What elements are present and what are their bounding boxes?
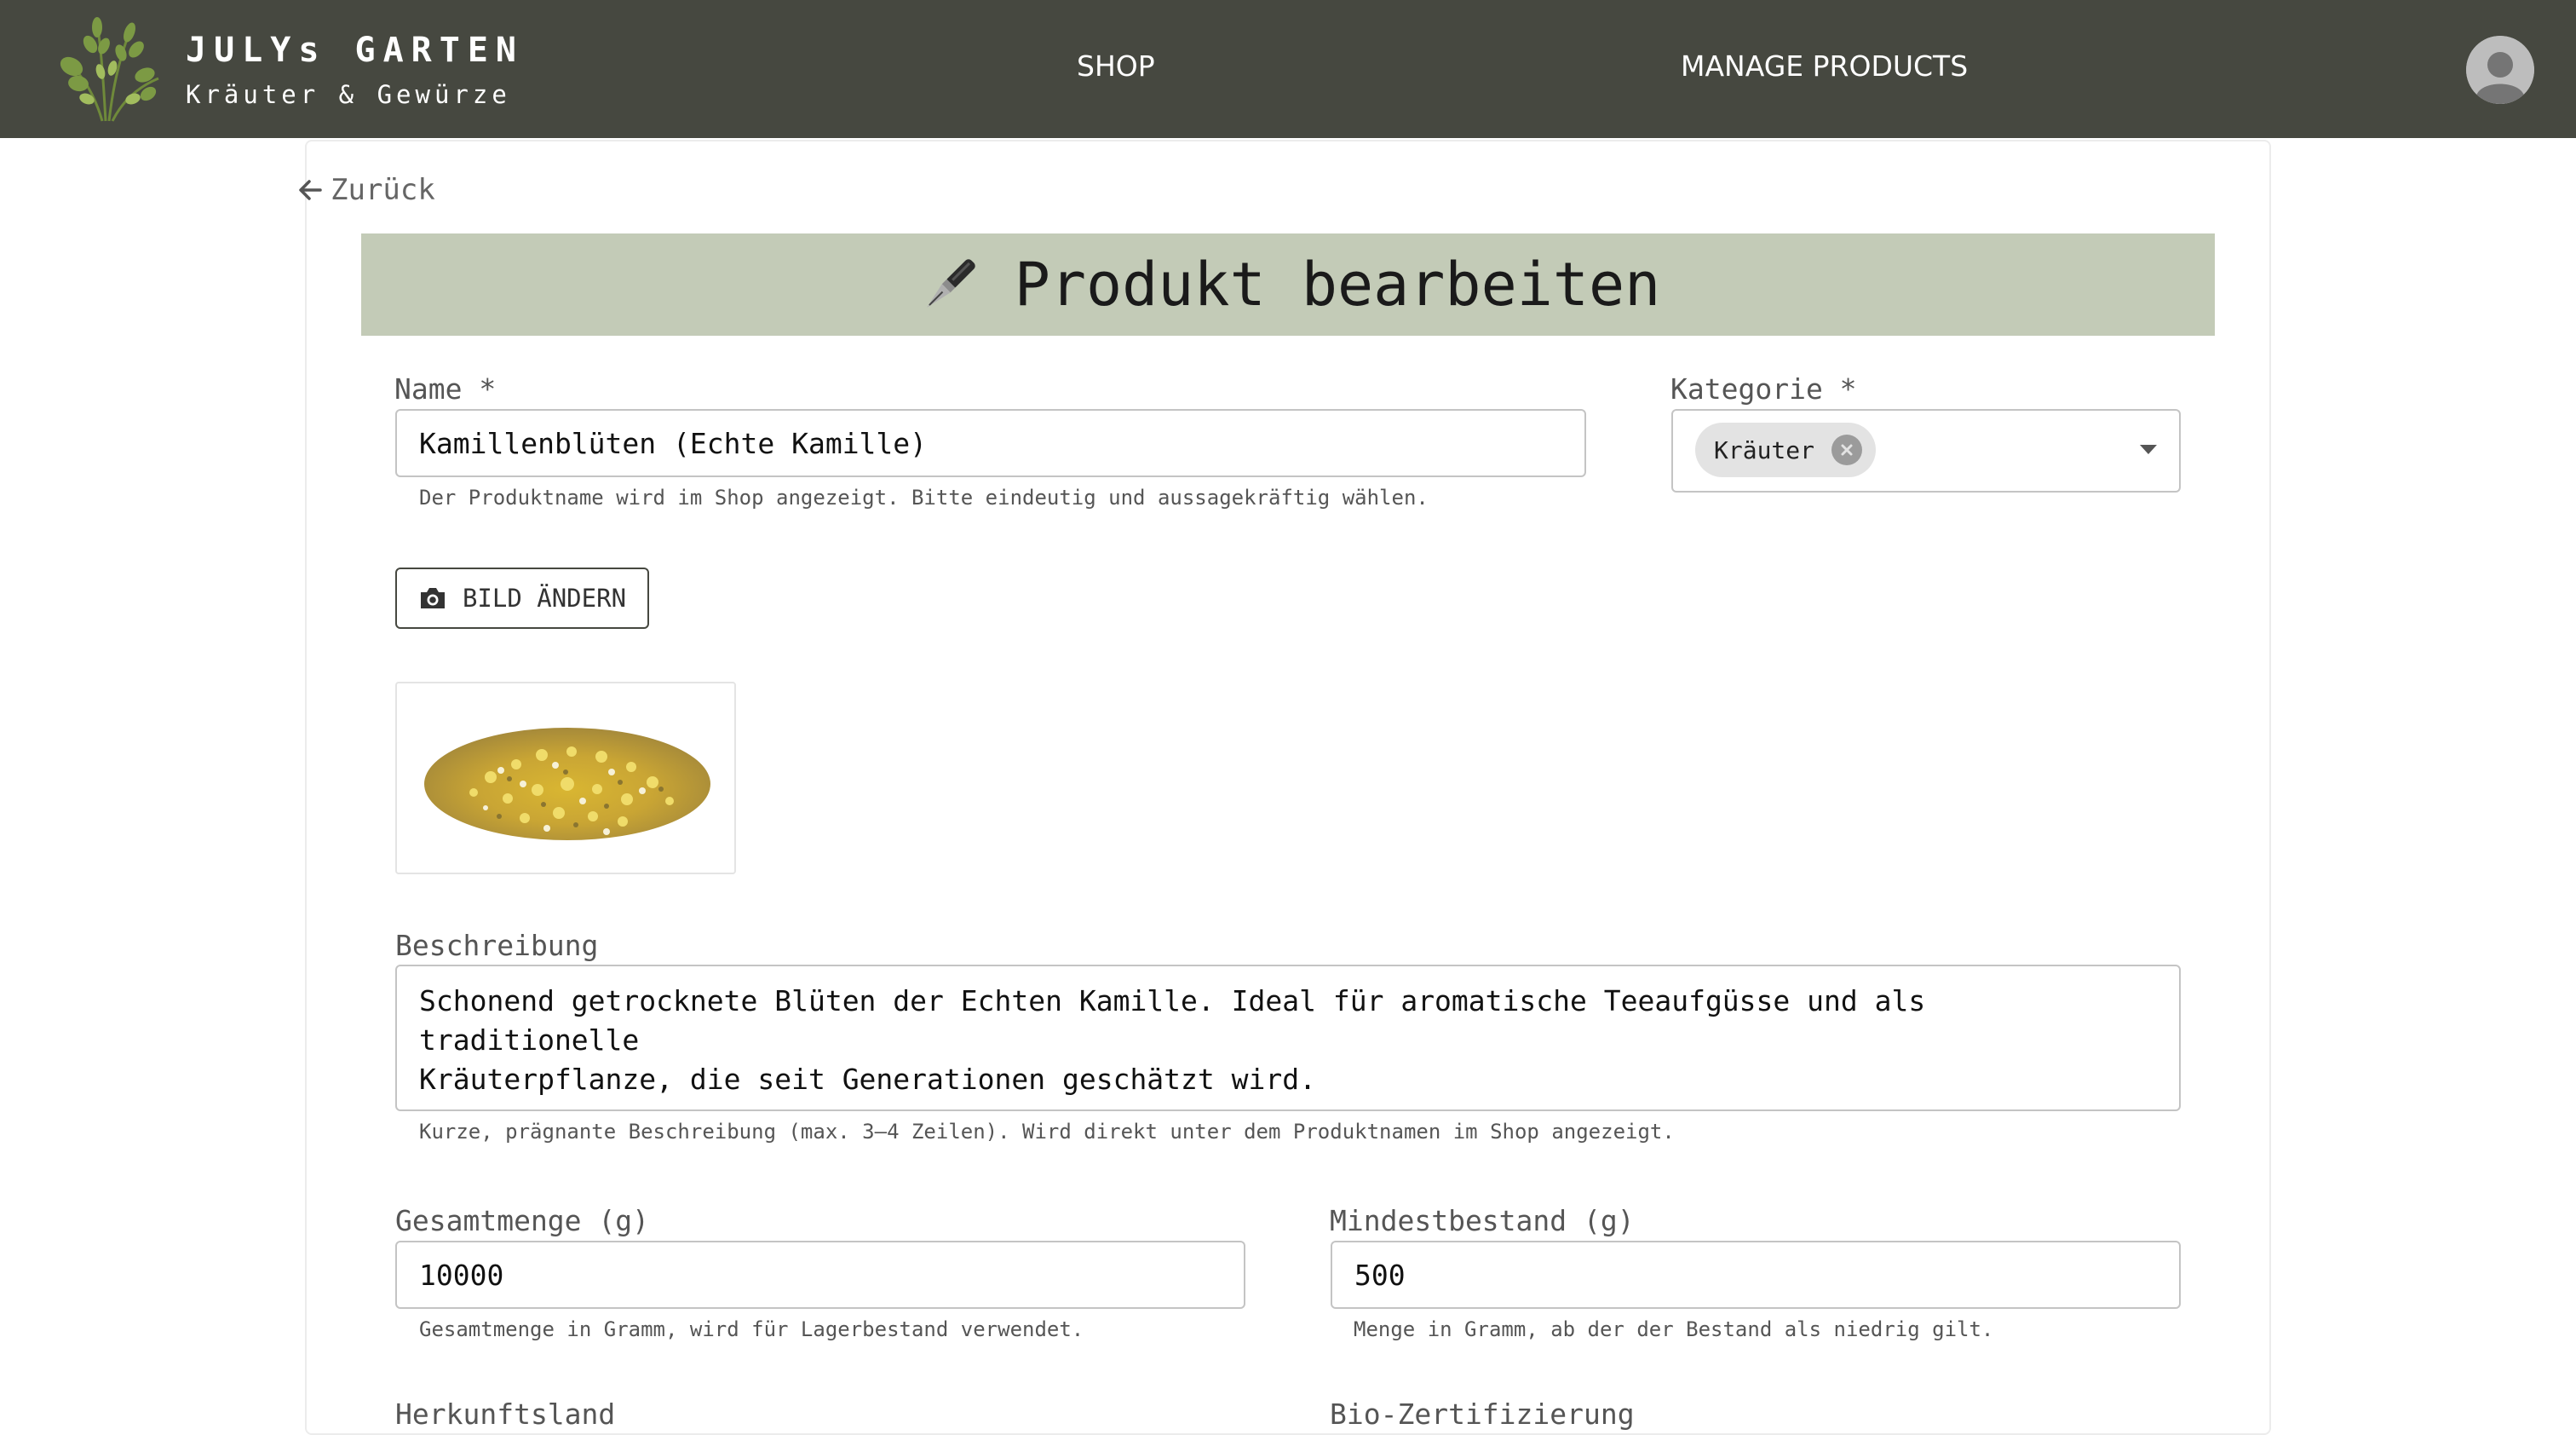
- min-stock-field-label: Mindestbestand (g): [1330, 1204, 1635, 1237]
- name-helper-text: Der Produktname wird im Shop angezeigt. …: [419, 486, 1429, 510]
- arrow-back-icon: [299, 180, 322, 200]
- camera-icon: [420, 588, 445, 608]
- origin-country-field-label: Herkunftsland: [395, 1398, 616, 1431]
- total-amount-helper-text: Gesamtmenge in Gramm, wird für Lagerbest…: [419, 1317, 1084, 1341]
- min-stock-helper-text: Menge in Gramm, ab der der Bestand als n…: [1354, 1317, 1994, 1341]
- category-chip-label: Kräuter: [1714, 435, 1815, 464]
- page-title: Produkt bearbeiten: [1014, 250, 1661, 320]
- category-field-label: Kategorie *: [1670, 372, 1857, 406]
- nav-manage-products-link[interactable]: MANAGE PRODUCTS: [1681, 49, 1968, 83]
- top-app-bar: JULYs GARTEN Kräuter & Gewürze SHOP MANA…: [0, 0, 2576, 138]
- description-field-label: Beschreibung: [395, 929, 599, 962]
- description-helper-text: Kurze, prägnante Beschreibung (max. 3–4 …: [419, 1120, 1675, 1144]
- category-chip: Kräuter: [1695, 423, 1877, 477]
- change-image-label: BILD ÄNDERN: [462, 584, 627, 613]
- nav-shop-link[interactable]: SHOP: [1077, 49, 1155, 83]
- total-amount-field-label: Gesamtmenge (g): [395, 1204, 650, 1237]
- bio-certification-field-label: Bio-Zertifizierung: [1330, 1398, 1635, 1431]
- back-link[interactable]: Zurück: [293, 167, 435, 213]
- chamomile-flowers-image: [424, 728, 710, 840]
- page-title-bar: Produkt bearbeiten: [361, 233, 2215, 336]
- description-textarea[interactable]: Schonend getrocknete Blüten der Echten K…: [395, 965, 2181, 1111]
- account-avatar[interactable]: [2466, 36, 2534, 104]
- brand-name: JULYs GARTEN: [186, 31, 524, 70]
- chevron-down-icon[interactable]: [2138, 443, 2159, 457]
- account-circle-icon: [2466, 36, 2534, 104]
- herb-bundle-logo[interactable]: [53, 15, 164, 123]
- change-image-button[interactable]: BILD ÄNDERN: [395, 568, 649, 629]
- product-image-preview: [395, 682, 736, 874]
- chip-remove-icon[interactable]: [1831, 435, 1863, 465]
- name-input[interactable]: Kamillenblüten (Echte Kamille): [395, 409, 1586, 477]
- name-field-label: Name *: [394, 372, 497, 406]
- brand-subtitle: Kräuter & Gewürze: [186, 80, 511, 109]
- total-amount-input[interactable]: 10000: [395, 1241, 1245, 1309]
- min-stock-input[interactable]: 500: [1331, 1241, 2181, 1309]
- fountain-pen-icon: [926, 259, 975, 308]
- back-link-label: Zurück: [331, 173, 435, 207]
